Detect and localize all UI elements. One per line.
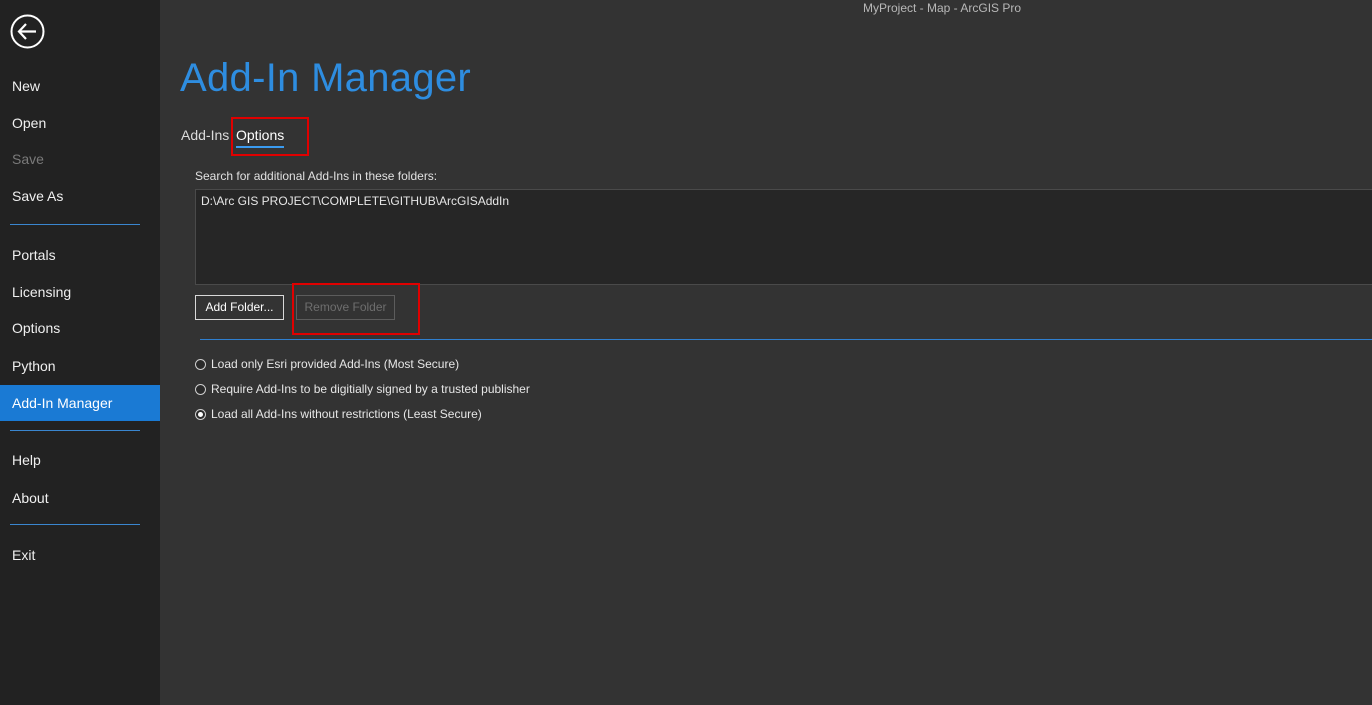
sidebar-item-python[interactable]: Python [0,348,160,384]
window-title: MyProject - Map - ArcGIS Pro [863,1,1022,15]
sidebar-item-exit[interactable]: Exit [0,537,160,573]
radio-label: Load only Esri provided Add-Ins (Most Se… [211,357,460,371]
radio-load-all[interactable]: Load all Add-Ins without restrictions (L… [195,407,482,421]
radio-button-icon[interactable] [195,383,206,395]
folder-list[interactable]: D:\Arc GIS PROJECT\COMPLETE\GITHUB\ArcGI… [195,189,1372,285]
sidebar-item-open[interactable]: Open [0,105,160,141]
highlight-box-remove-folder [292,283,420,335]
sidebar-item-about[interactable]: About [0,480,160,516]
sidebar-item-save-as[interactable]: Save As [0,178,160,214]
radio-button-icon[interactable] [195,358,206,370]
sidebar-divider [10,224,140,225]
back-button[interactable] [10,14,45,49]
sidebar-item-new[interactable]: New [0,68,160,104]
section-divider [200,339,1372,340]
sidebar-item-options[interactable]: Options [0,310,160,346]
back-arrow-icon [10,14,45,49]
radio-signed-only[interactable]: Require Add-Ins to be digitially signed … [195,382,530,396]
radio-label: Require Add-Ins to be digitially signed … [211,382,530,396]
tab-add-ins[interactable]: Add-Ins [181,127,229,143]
radio-label: Load all Add-Ins without restrictions (L… [211,407,482,421]
page-title: Add-In Manager [180,56,472,100]
sidebar-item-portals[interactable]: Portals [0,237,160,273]
sidebar-divider [10,524,140,525]
add-folder-button[interactable]: Add Folder... [195,295,284,320]
highlight-box-options-tab [231,117,309,156]
radio-button-selected-icon[interactable] [195,408,206,420]
sidebar-item-save: Save [12,151,44,167]
search-folders-label: Search for additional Add-Ins in these f… [195,169,438,183]
sidebar-divider [10,430,140,431]
sidebar-item-help[interactable]: Help [0,442,160,478]
sidebar-item-licensing[interactable]: Licensing [0,274,160,310]
sidebar-item-add-in-manager[interactable]: Add-In Manager [0,385,160,421]
radio-esri-only[interactable]: Load only Esri provided Add-Ins (Most Se… [195,357,459,371]
folder-list-item[interactable]: D:\Arc GIS PROJECT\COMPLETE\GITHUB\ArcGI… [201,194,509,208]
backstage-sidebar: New Open Save Save As Portals Licensing … [0,0,160,705]
